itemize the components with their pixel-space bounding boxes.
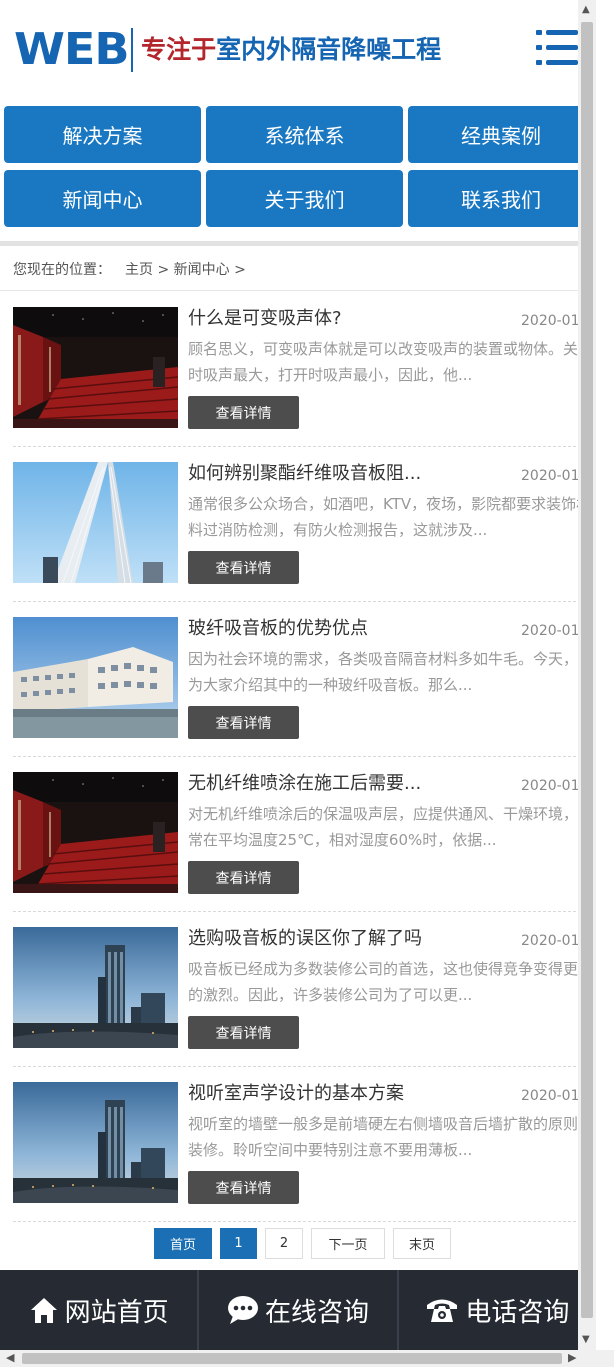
footer-phone[interactable]: 电话咨询: [399, 1270, 596, 1350]
breadcrumb-prefix: 您现在的位置：: [13, 262, 111, 278]
view-details-button[interactable]: 查看详情: [188, 1016, 299, 1049]
main-nav: 解决方案 系统体系 经典案例 新闻中心 关于我们 联系我们: [4, 106, 595, 227]
slogan-blue: 室内外隔音降噪工程: [216, 35, 442, 64]
vertical-scrollbar[interactable]: ▲ ▼: [578, 0, 596, 1350]
footer-chat[interactable]: 在线咨询: [199, 1270, 399, 1350]
nav-solutions[interactable]: 解决方案: [4, 106, 201, 163]
news-summary: 对无机纤维喷涂后的保温吸声层，应提供通风、干燥环境，通常在平均温度25℃，相对湿…: [188, 805, 594, 849]
news-summary: 吸音板已经成为多数装修公司的首选，这也使得竞争变得更加的激烈。因此，许多装修公司…: [188, 960, 594, 1004]
news-summary: 顾名思义，可变吸声体就是可以改变吸声的装置或物体。关上时吸声最大，打开时吸声最小…: [188, 340, 594, 384]
view-details-button[interactable]: 查看详情: [188, 396, 299, 429]
scroll-right-icon[interactable]: ▶: [568, 1351, 576, 1364]
page-2[interactable]: 2: [265, 1228, 303, 1259]
news-thumbnail[interactable]: [13, 617, 178, 738]
news-item: 视听室声学设计的基本方案 2020-01-11 视听室的墙壁一般多是前墙硬左右侧…: [13, 1082, 596, 1237]
news-thumbnail[interactable]: [13, 772, 178, 893]
menu-dot: [536, 30, 542, 35]
chat-icon: [227, 1296, 258, 1324]
news-item: 如何辨别聚酯纤维吸音板阻... 2020-01-11 通常很多公众场合，如酒吧，…: [13, 462, 596, 617]
view-details-button[interactable]: 查看详情: [188, 551, 299, 584]
page: WEB 专注于室内外隔音降噪工程 解决方案 系统体系 经典案例 新闻中心 关于我…: [0, 0, 596, 1350]
news-title[interactable]: 视听室声学设计的基本方案: [188, 1082, 404, 1106]
news-thumbnail[interactable]: [13, 462, 178, 583]
phone-icon: [427, 1299, 458, 1322]
news-item: 无机纤维喷涂在施工后需要... 2020-01-11 对无机纤维喷涂后的保温吸声…: [13, 772, 596, 927]
breadcrumb-sep: >: [153, 262, 174, 278]
view-details-button[interactable]: 查看详情: [188, 861, 299, 894]
scroll-left-icon[interactable]: ◀: [6, 1351, 14, 1364]
nav-cases[interactable]: 经典案例: [408, 106, 594, 163]
nav-news[interactable]: 新闻中心: [4, 170, 201, 227]
home-icon: [30, 1298, 57, 1323]
item-divider: [13, 1221, 596, 1222]
section-divider: [0, 241, 596, 246]
horizontal-scrollbar[interactable]: ◀ ▶: [0, 1350, 614, 1367]
news-list: 什么是可变吸声体? 2020-01-11 顾名思义，可变吸声体就是可以改变吸声的…: [13, 307, 596, 1237]
logo-web-text: WEB: [14, 24, 130, 75]
menu-bar: [546, 45, 578, 50]
footer-bar: 网站首页 在线咨询 电话咨询: [0, 1270, 596, 1350]
page-next[interactable]: 下一页: [311, 1228, 385, 1259]
item-divider: [13, 911, 596, 912]
nav-contact[interactable]: 联系我们: [408, 170, 594, 227]
news-summary: 因为社会环境的需求，各类吸音隔音材料多如牛毛。今天，就为大家介绍其中的一种玻纤吸…: [188, 650, 594, 694]
news-summary: 视听室的墙壁一般多是前墙硬左右侧墙吸音后墙扩散的原则去装修。聆听空间中要特别注意…: [188, 1115, 594, 1159]
menu-dot: [536, 45, 542, 50]
scroll-up-icon[interactable]: ▲: [582, 4, 590, 15]
news-item: 玻纤吸音板的优势优点 2020-01-11 因为社会环境的需求，各类吸音隔音材料…: [13, 617, 596, 772]
item-divider: [13, 756, 596, 757]
footer-home-label: 网站首页: [64, 1297, 169, 1328]
menu-bar: [546, 30, 578, 35]
news-title[interactable]: 什么是可变吸声体?: [188, 307, 342, 331]
logo-divider: [131, 28, 134, 72]
news-thumbnail[interactable]: [13, 307, 178, 428]
breadcrumb-news[interactable]: 新闻中心: [174, 262, 230, 278]
item-divider: [13, 446, 596, 447]
menu-icon[interactable]: [536, 28, 580, 68]
horizontal-scroll-thumb[interactable]: [22, 1353, 562, 1364]
item-divider: [13, 601, 596, 602]
breadcrumb-divider: [0, 290, 596, 291]
nav-systems[interactable]: 系统体系: [206, 106, 403, 163]
news-title[interactable]: 如何辨别聚酯纤维吸音板阻...: [188, 462, 421, 486]
news-title[interactable]: 无机纤维喷涂在施工后需要...: [188, 772, 421, 796]
news-thumbnail[interactable]: [13, 1082, 178, 1203]
footer-phone-label: 电话咨询: [465, 1297, 570, 1328]
pagination: 首页 1 2 下一页 末页: [154, 1228, 451, 1259]
news-item: 什么是可变吸声体? 2020-01-11 顾名思义，可变吸声体就是可以改变吸声的…: [13, 307, 596, 462]
news-summary: 通常很多公众场合，如酒吧，KTV，夜场，影院都要求装饰材料过消防检测，有防火检测…: [188, 495, 592, 539]
slogan-red: 专注于: [141, 35, 217, 64]
news-title[interactable]: 选购吸音板的误区你了解了吗: [188, 927, 422, 951]
menu-bar: [546, 60, 578, 65]
page-first[interactable]: 首页: [154, 1228, 212, 1259]
breadcrumb-sep: >: [229, 262, 246, 278]
vertical-scroll-thumb[interactable]: [581, 22, 593, 1318]
view-details-button[interactable]: 查看详情: [188, 706, 299, 739]
breadcrumb: 您现在的位置： 主页 > 新闻中心 >: [13, 256, 246, 284]
logo-slogan: 专注于室内外隔音降噪工程: [141, 28, 441, 72]
page-1[interactable]: 1: [220, 1228, 257, 1259]
header: WEB 专注于室内外隔音降噪工程: [0, 0, 596, 96]
item-divider: [13, 1066, 596, 1067]
breadcrumb-home[interactable]: 主页: [125, 262, 153, 278]
logo[interactable]: WEB 专注于室内外隔音降噪工程: [14, 26, 441, 74]
menu-dot: [536, 60, 542, 65]
nav-about[interactable]: 关于我们: [206, 170, 403, 227]
footer-home[interactable]: 网站首页: [0, 1270, 200, 1350]
news-thumbnail[interactable]: [13, 927, 178, 1048]
footer-chat-label: 在线咨询: [264, 1297, 369, 1328]
view-details-button[interactable]: 查看详情: [188, 1171, 299, 1204]
news-title[interactable]: 玻纤吸音板的优势优点: [188, 617, 368, 641]
scroll-down-icon[interactable]: ▼: [582, 1334, 590, 1345]
page-last[interactable]: 末页: [393, 1228, 451, 1259]
news-item: 选购吸音板的误区你了解了吗 2020-01-11 吸音板已经成为多数装修公司的首…: [13, 927, 596, 1082]
